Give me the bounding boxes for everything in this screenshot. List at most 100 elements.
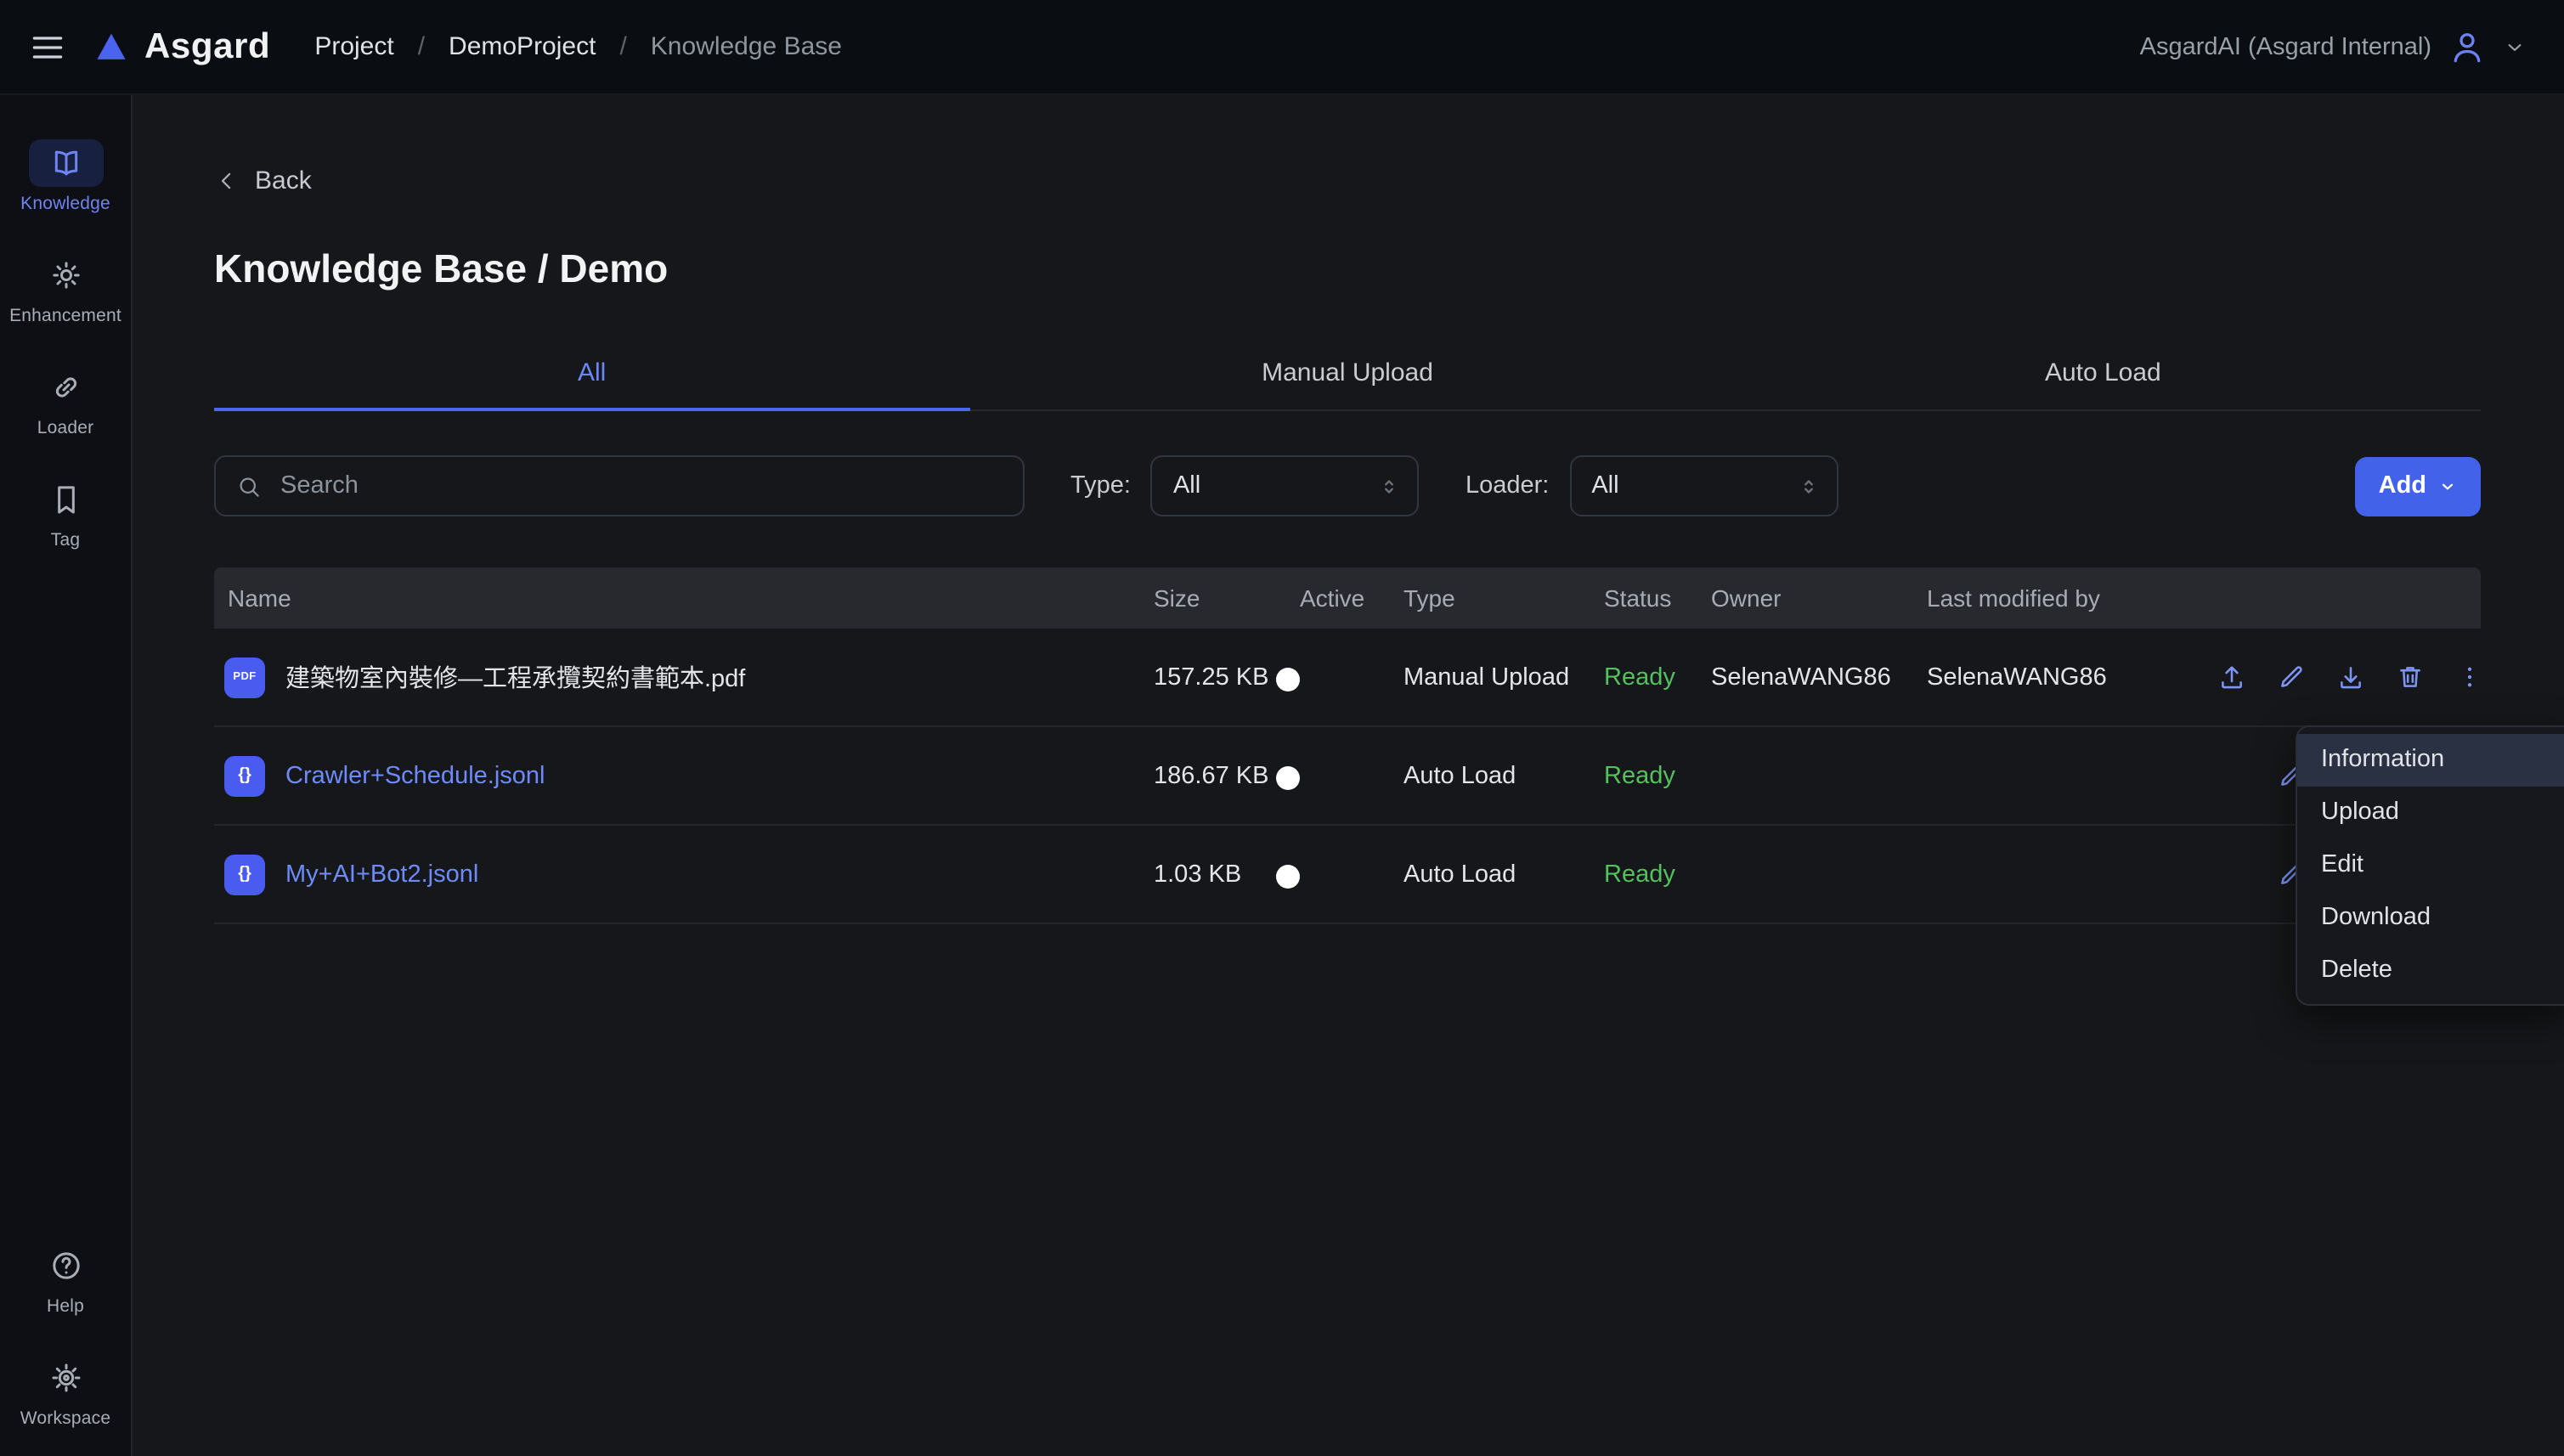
type-filter-label: Type:	[1070, 472, 1131, 499]
file-name-link[interactable]: My+AI+Bot2.jsonl	[285, 861, 478, 888]
sidebar-item-enhancement[interactable]: Enhancement	[0, 251, 131, 326]
kebab-menu-icon	[2455, 663, 2484, 691]
owner: SelenaWANG86	[1711, 663, 1927, 691]
sidebar-item-label: Tag	[51, 530, 80, 550]
back-button[interactable]: Back	[214, 166, 312, 195]
bookmark-icon	[28, 476, 103, 523]
caret-down-icon	[2438, 477, 2457, 495]
trash-icon	[2396, 663, 2425, 691]
sidebar-item-help[interactable]: Help	[0, 1242, 131, 1317]
tab-all[interactable]: All	[214, 340, 969, 409]
delete-button[interactable]	[2392, 659, 2428, 695]
loader-select-value: All	[1591, 472, 1618, 499]
sun-icon	[28, 251, 103, 299]
sidebar-item-loader[interactable]: Loader	[0, 364, 131, 438]
back-label: Back	[255, 166, 312, 195]
upload-icon	[2217, 663, 2246, 691]
chevron-up-down-icon	[1379, 475, 1401, 497]
table-row[interactable]: PDF 建築物室內裝修—工程承攬契約書範本.pdf 157.25 KB Manu…	[214, 629, 2481, 727]
table-row[interactable]: {} My+AI+Bot2.jsonl 1.03 KB Auto Load Re…	[214, 826, 2481, 924]
upload-button[interactable]	[2214, 659, 2250, 695]
column-header-active: Active	[1300, 584, 1403, 612]
search-box	[214, 455, 1025, 516]
hamburger-icon	[28, 28, 65, 65]
menu-item-download[interactable]: Download	[2297, 892, 2564, 945]
sidebar-item-tag[interactable]: Tag	[0, 476, 131, 550]
sidebar-item-label: Loader	[37, 418, 94, 438]
breadcrumb-separator: /	[619, 32, 626, 61]
account-menu[interactable]: AsgardAI (Asgard Internal)	[2140, 28, 2527, 65]
book-icon	[28, 139, 103, 187]
row-context-menu: Information Upload Edit Download Delete	[2296, 725, 2564, 1006]
main-content: Back Knowledge Base / Demo All Manual Up…	[133, 95, 2564, 1456]
sidebar-item-label: Enhancement	[9, 306, 121, 326]
link-icon	[28, 364, 103, 411]
logo-wordmark: Asgard	[144, 26, 270, 67]
loader-filter-label: Loader:	[1466, 472, 1549, 499]
chevron-left-icon	[214, 168, 240, 194]
type-select-value: All	[1173, 472, 1200, 499]
sidebar-item-workspace[interactable]: Workspace	[0, 1354, 131, 1429]
sidebar-item-label: Help	[47, 1296, 84, 1317]
search-icon	[236, 473, 262, 499]
column-header-owner: Owner	[1711, 584, 1927, 612]
breadcrumb-separator: /	[418, 32, 425, 61]
breadcrumb: Project / DemoProject / Knowledge Base	[314, 32, 842, 61]
asgard-logo[interactable]: Asgard	[93, 26, 270, 67]
search-input[interactable]	[277, 471, 1002, 501]
column-header-name: Name	[214, 584, 1154, 612]
file-name-link[interactable]: Crawler+Schedule.jsonl	[285, 762, 545, 789]
page-title: Knowledge Base / Demo	[214, 246, 2481, 292]
pdf-file-icon: PDF	[224, 657, 265, 697]
sidebar: Knowledge Enhancement Loader	[0, 95, 133, 1456]
breadcrumb-demoproject[interactable]: DemoProject	[449, 32, 596, 61]
filter-bar: Type: All Loader: All Add	[214, 455, 2481, 516]
tab-auto-load[interactable]: Auto Load	[1725, 340, 2481, 409]
column-header-size: Size	[1154, 584, 1300, 612]
chevron-up-down-icon	[1797, 475, 1819, 497]
table-row[interactable]: {} Crawler+Schedule.jsonl 186.67 KB Auto…	[214, 727, 2481, 826]
sidebar-item-knowledge[interactable]: Knowledge	[0, 139, 131, 214]
edit-button[interactable]	[2273, 659, 2309, 695]
download-icon	[2336, 663, 2365, 691]
menu-item-information[interactable]: Information	[2297, 734, 2564, 787]
file-type: Auto Load	[1403, 762, 1604, 789]
loader-select[interactable]: All	[1569, 455, 1838, 516]
menu-item-edit[interactable]: Edit	[2297, 839, 2564, 892]
app-root: Asgard Project / DemoProject / Knowledge…	[0, 0, 2564, 1456]
breadcrumb-project[interactable]: Project	[314, 32, 393, 61]
help-circle-icon	[28, 1242, 103, 1290]
add-button[interactable]: Add	[2355, 456, 2481, 516]
type-select[interactable]: All	[1151, 455, 1420, 516]
sidebar-item-label: Workspace	[20, 1408, 110, 1429]
file-name: 建築物室內裝修—工程承攬契約書範本.pdf	[285, 659, 745, 695]
chevron-down-icon	[2503, 35, 2527, 59]
gear-icon	[28, 1354, 103, 1402]
more-actions-button[interactable]	[2452, 659, 2488, 695]
status-badge: Ready	[1604, 663, 1711, 691]
column-header-last-modified-by: Last modified by	[1927, 584, 2202, 612]
table-header-row: Name Size Active Type Status Owner Last …	[214, 567, 2481, 629]
menu-item-delete[interactable]: Delete	[2297, 945, 2564, 997]
json-file-icon: {}	[224, 854, 265, 894]
hamburger-menu-button[interactable]	[0, 26, 93, 67]
pencil-icon	[2277, 663, 2306, 691]
knowledge-table: Name Size Active Type Status Owner Last …	[214, 567, 2481, 924]
breadcrumb-knowledge-base: Knowledge Base	[651, 32, 842, 61]
file-type: Auto Load	[1403, 861, 1604, 888]
json-file-icon: {}	[224, 755, 265, 796]
triangle-logo-icon	[93, 29, 129, 65]
sidebar-item-label: Knowledge	[20, 194, 110, 214]
file-type: Manual Upload	[1403, 663, 1604, 691]
column-header-status: Status	[1604, 584, 1711, 612]
menu-item-upload[interactable]: Upload	[2297, 787, 2564, 839]
add-button-label: Add	[2379, 472, 2426, 499]
account-name: AsgardAI (Asgard Internal)	[2140, 33, 2431, 60]
download-button[interactable]	[2333, 659, 2369, 695]
column-header-type: Type	[1403, 584, 1604, 612]
top-navbar: Asgard Project / DemoProject / Knowledge…	[0, 0, 2564, 95]
user-avatar-icon	[2448, 28, 2486, 65]
status-badge: Ready	[1604, 762, 1711, 789]
tab-manual-upload[interactable]: Manual Upload	[969, 340, 1725, 409]
status-badge: Ready	[1604, 861, 1711, 888]
